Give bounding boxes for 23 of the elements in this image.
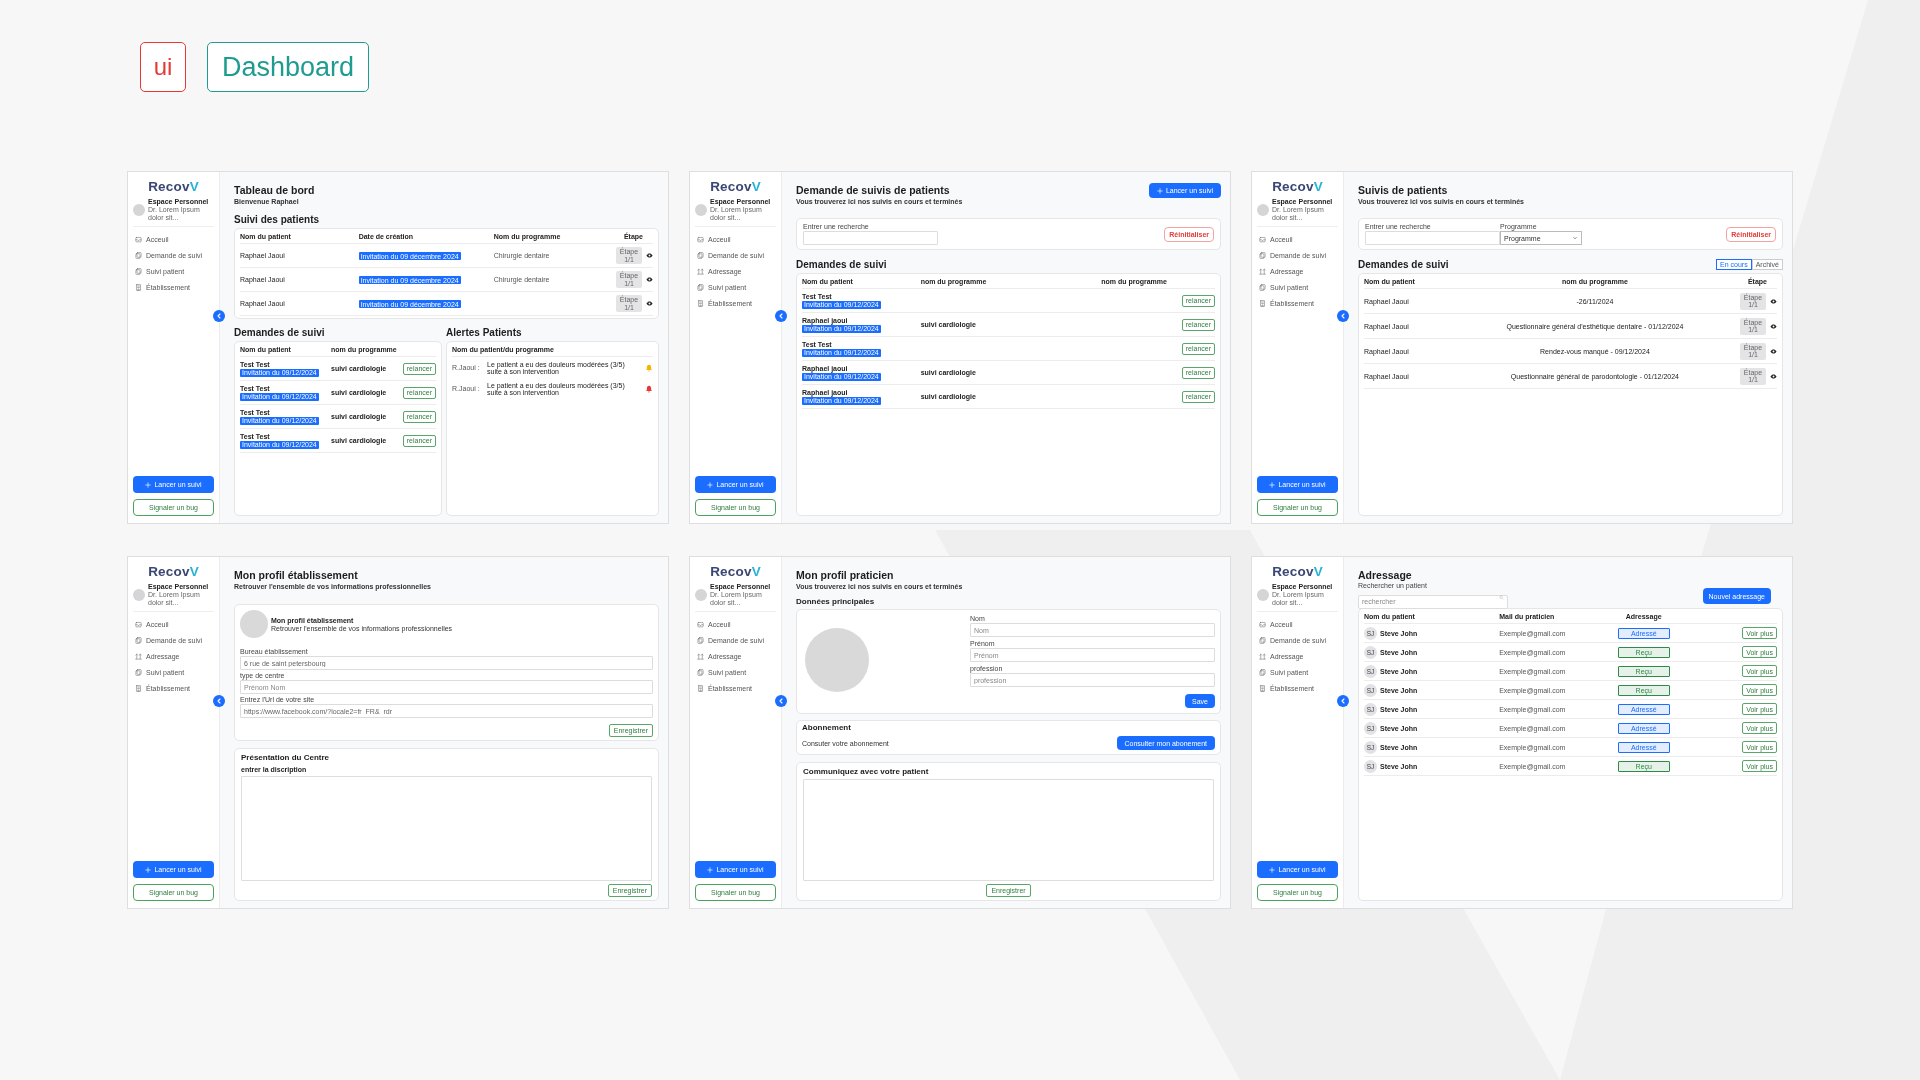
section-title: Suivi des patients (234, 214, 320, 225)
panel-title: Communiquez avec votre patient (803, 767, 930, 776)
section-title: Alertes Patients (446, 327, 523, 338)
panel-title: Présentation du Centre (241, 753, 330, 762)
section-title: Données principales (796, 597, 876, 606)
section-title: Demandes de suivi (1358, 259, 1449, 270)
logo: RecovV (1272, 564, 1323, 579)
panel-title: Abonnement (802, 723, 852, 732)
page-title: Adressage (1358, 569, 1412, 581)
logo: RecovV (710, 564, 761, 579)
section-title: Demandes de suivi (234, 327, 326, 338)
page-title: Demande de suivis de patients (796, 184, 951, 196)
logo: RecovV (148, 179, 199, 194)
logo: RecovV (710, 179, 761, 194)
logo: RecovV (148, 564, 199, 579)
page-title: Suivis de patients (1358, 184, 1449, 196)
dashboard-title: Dashboard (207, 42, 370, 92)
section-title: Demandes de suivi (796, 259, 887, 270)
page-title: Tableau de bord (234, 184, 315, 196)
logo: RecovV (1272, 179, 1323, 194)
page-title: Mon profil praticien (796, 569, 895, 581)
page-title: Mon profil établissement (234, 569, 359, 581)
ui-badge: ui (140, 42, 186, 92)
